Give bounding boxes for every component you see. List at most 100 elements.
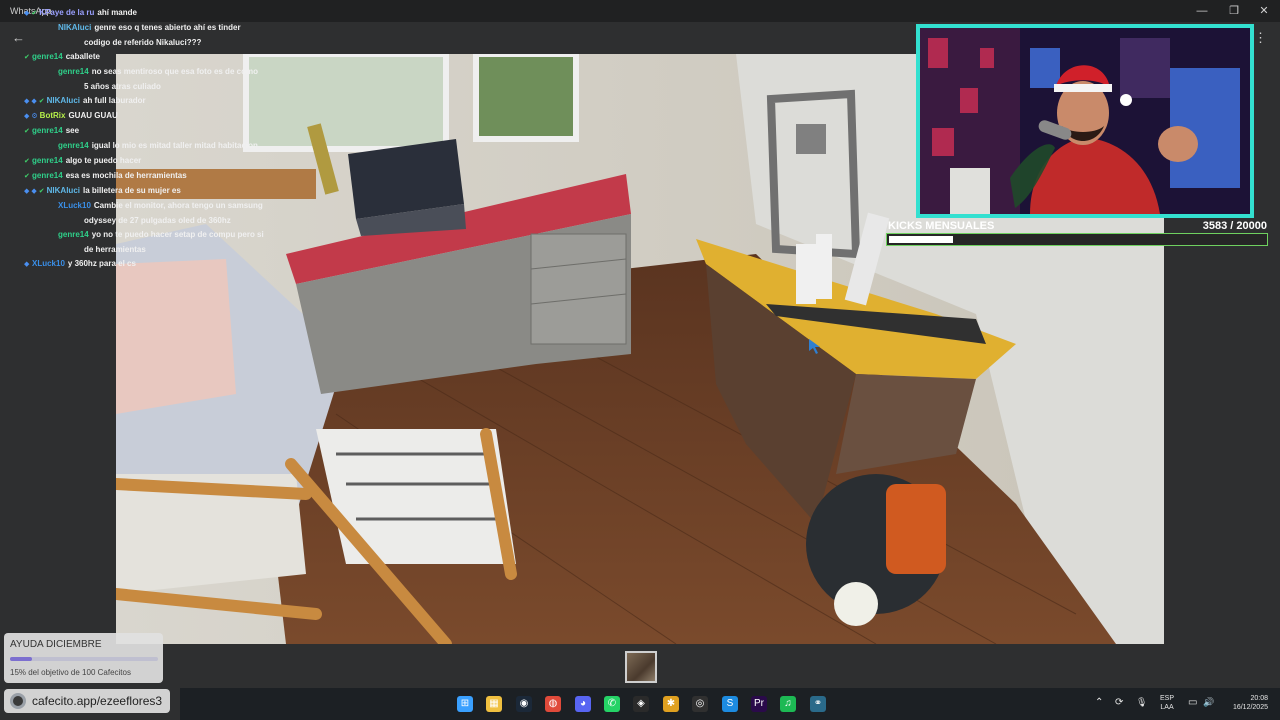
chat-username[interactable]: XLuck10 <box>32 259 65 268</box>
verified-badge-icon: ✔ <box>38 188 45 195</box>
discord-icon[interactable]: ◕ <box>575 696 591 712</box>
shield-app-icon[interactable]: ◈ <box>633 696 649 712</box>
close-button[interactable]: ✕ <box>1250 3 1278 19</box>
chat-badges: ✔ <box>24 50 32 65</box>
subscriber-badge-icon: ◆ <box>31 98 37 105</box>
chat-message: ◆XLuck10Cambie el monitor, ahora tengo u… <box>24 199 264 228</box>
chat-text: esa es mochila de herramientas <box>65 171 187 180</box>
chat-text: igual lo mio es mitad taller mitad habit… <box>91 141 258 150</box>
chat-badges: ◆ ⚙ <box>24 109 40 124</box>
verified-badge-icon: ✔ <box>24 54 30 61</box>
media-thumbnail[interactable] <box>625 651 657 683</box>
chat-message: ✔ genre14 see <box>24 124 264 139</box>
system-clock[interactable]: 20:08 16/12/2025 <box>1222 694 1268 712</box>
chat-text: see <box>65 126 80 135</box>
chat-message: ◆ ◆ ✔ NIKAluci ah full laburador <box>24 94 264 109</box>
subscriber-badge-icon: ◆ <box>24 98 30 105</box>
chat-username[interactable]: genre14 <box>32 126 63 135</box>
subscriber-badge-icon: ◆ <box>31 188 37 195</box>
chat-badges: ◆ <box>24 257 32 272</box>
display-icon[interactable]: ▭ <box>1188 697 1197 708</box>
chat-badges: ◆ <box>50 199 58 214</box>
chat-text: ahí mande <box>97 8 137 17</box>
chat-username[interactable]: NIKAluci <box>58 23 91 32</box>
donation-goal-subtitle: 15% del objetivo de 100 Cafecitos <box>10 668 131 677</box>
chat-message: ◆ XLuck10 y 360hz para el cs <box>24 257 264 272</box>
chat-text: y 360hz para el cs <box>67 259 136 268</box>
chat-username[interactable]: XLuck10 <box>58 201 91 210</box>
kicks-current: 3583 <box>1202 220 1228 232</box>
kicks-goal-title: KICKS MENSUALES <box>888 220 995 232</box>
screen: WhatsApp — ❐ ✕ ← ⋮ ◆ ✔ KPaye de la ru ah… <box>0 0 1280 720</box>
steam-icon[interactable]: ◉ <box>516 696 532 712</box>
chat-username[interactable]: genre14 <box>32 52 63 61</box>
keyboard-layout: LAA <box>1160 704 1174 711</box>
verified-badge-icon: ✔ <box>38 98 45 105</box>
microphone-icon[interactable]: 🎙 <box>1136 697 1147 708</box>
chat-username[interactable]: NIKAluci <box>47 186 80 195</box>
clock-date: 16/12/2025 <box>1232 704 1268 711</box>
sync-icon[interactable]: ⟳ <box>1115 697 1123 708</box>
verified-badge-icon: ✔ <box>24 128 30 135</box>
chat-badges: ◆◆✔ <box>24 184 47 199</box>
chat-text: Cambie el monitor, ahora tengo un samsun… <box>84 201 263 225</box>
chat-badges: ◆◆✔ <box>50 21 58 36</box>
donation-progress-bar <box>10 657 158 661</box>
chat-badges: ✔ <box>24 169 32 184</box>
chat-message: ◆ ✔ KPaye de la ru ahí mande <box>24 6 264 21</box>
chat-badges: ✔ <box>24 154 32 169</box>
chat-username[interactable]: KPaye de la ru <box>39 8 94 17</box>
volume-icon[interactable]: 🔊 <box>1203 697 1214 708</box>
chrome-icon[interactable]: ◍ <box>545 696 561 712</box>
chat-text: yo no te puedo hacer setap de compu pero… <box>84 230 264 254</box>
cafecito-link: cafecito.app/ezeeflores3 <box>32 694 163 708</box>
subscriber-badge-icon: ◆ <box>24 113 30 120</box>
chat-username[interactable]: genre14 <box>58 230 89 239</box>
maximize-button[interactable]: ❐ <box>1220 3 1248 19</box>
whatsapp-icon[interactable]: ✆ <box>604 696 620 712</box>
kicks-goal-count: 3583 / 20000 <box>1203 220 1267 232</box>
chat-username[interactable]: genre14 <box>32 156 63 165</box>
chat-badges: ✔ <box>24 124 32 139</box>
premiere-icon[interactable]: Pr <box>751 696 767 712</box>
subscriber-badge-icon: ◆ <box>24 10 30 17</box>
chat-message: ◆◆✔NIKAlucigenre eso q tenes abierto ahí… <box>24 21 264 50</box>
verified-badge-icon: ✔ <box>24 173 30 180</box>
chat-text: caballete <box>65 52 100 61</box>
chat-username[interactable]: genre14 <box>32 171 63 180</box>
bolt-app-icon[interactable]: ✱ <box>663 696 679 712</box>
minimize-button[interactable]: — <box>1188 3 1216 19</box>
chat-text: ah full laburador <box>83 96 146 105</box>
chat-message: ✔ genre14 caballete <box>24 50 264 65</box>
verified-badge-icon: ✔ <box>31 10 38 17</box>
more-options-icon[interactable]: ⋮ <box>1254 30 1267 46</box>
obs-icon[interactable]: ◎ <box>692 696 708 712</box>
subscriber-badge-icon: ◆ <box>24 188 30 195</box>
tray-overflow-icon[interactable]: ⌃ <box>1095 697 1103 708</box>
file-explorer-icon[interactable]: ▦ <box>486 696 502 712</box>
spotify-icon[interactable]: ♫ <box>780 696 796 712</box>
language-code: ESP <box>1160 695 1175 702</box>
language-indicator[interactable]: ESP LAA <box>1160 694 1174 712</box>
cafecito-logo-icon <box>10 693 26 709</box>
cafecito-banner: cafecito.app/ezeeflores3 <box>4 689 170 713</box>
link-app-icon[interactable]: ⚭ <box>810 696 826 712</box>
chat-text: algo te puedo hacer <box>65 156 142 165</box>
chat-username[interactable]: genre14 <box>58 67 89 76</box>
chat-message: ◆ ◆ ✔ NIKAluci la billetera de su mujer es <box>24 184 264 199</box>
chat-text: genre eso q tenes abierto ahí es tinder … <box>84 23 241 47</box>
chat-badges: ✔ <box>50 228 58 243</box>
windows-start-icon[interactable]: ⊞ <box>457 696 473 712</box>
kicks-goal-target: / 20000 <box>1227 220 1267 232</box>
chat-text: no seas mentiroso que esa foto es de com… <box>84 67 258 91</box>
chat-username[interactable]: genre14 <box>58 141 89 150</box>
skype-icon[interactable]: S <box>722 696 738 712</box>
chat-message: ✔genre14yo no te puedo hacer setap de co… <box>24 228 264 257</box>
verified-badge-icon: ✔ <box>24 158 30 165</box>
chat-badges: ◆ ✔ <box>24 6 39 21</box>
chat-message: ✔genre14igual lo mio es mitad taller mit… <box>24 139 264 154</box>
chat-message: ◆ ⚙ BotRix GUAU GUAU <box>24 109 264 124</box>
donation-progress-fill <box>10 657 33 661</box>
chat-username[interactable]: NIKAluci <box>47 96 80 105</box>
chat-username[interactable]: BotRix <box>40 111 66 120</box>
